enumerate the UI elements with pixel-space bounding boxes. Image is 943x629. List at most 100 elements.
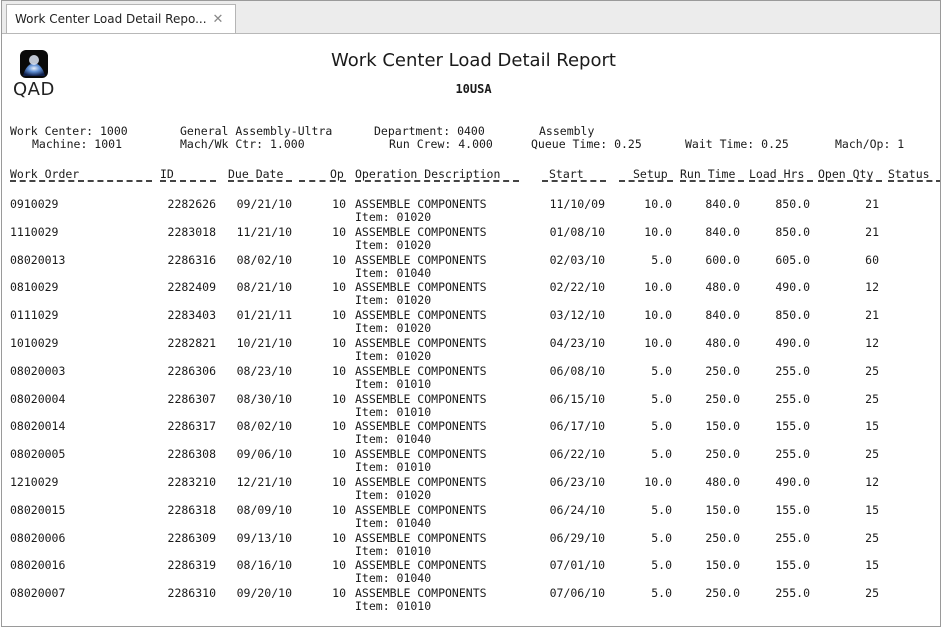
table-row: 1010029 2282821 10/21/10 10 ASSEMBLE COMPONE… — [2, 337, 940, 363]
work-order-cell: 1210029 — [10, 475, 59, 489]
setup-cell: 5.0 — [651, 586, 672, 601]
item-cell: Item: 01040 — [355, 571, 432, 586]
item-cell: Item: 01010 — [355, 404, 432, 419]
load-hrs-cell: 155.0 — [775, 558, 810, 573]
op-cell: 10 — [332, 197, 346, 211]
id-cell: 2286308 — [167, 447, 216, 462]
run-time-cell: 250.0 — [705, 391, 740, 406]
start-cell: 11/10/09 — [549, 197, 605, 211]
op-cell: 10 — [332, 363, 346, 378]
op-cell: 10 — [332, 586, 346, 601]
table-row: 1110029 2283018 11/21/10 10 ASSEMBLE COMPONE… — [2, 224, 940, 252]
report-subtitle: 10USA — [455, 82, 492, 96]
start-cell: 06/17/10 — [549, 419, 605, 434]
item-cell: Item: 01020 — [355, 237, 432, 252]
id-cell: 2286307 — [167, 391, 216, 406]
due-date-cell: 09/13/10 — [236, 530, 292, 545]
setup-cell: 5.0 — [651, 252, 672, 267]
run-time-cell: 150.0 — [705, 558, 740, 573]
setup-cell: 10.0 — [644, 336, 672, 350]
open-qty-cell: 25 — [865, 391, 879, 406]
table-row: 1210029 2283210 12/21/10 10 ASSEMBLE COMPONE… — [2, 476, 940, 502]
start-cell: 06/24/10 — [549, 502, 605, 517]
setup-cell: 5.0 — [651, 447, 672, 462]
work-order-cell: 08020013 — [10, 252, 66, 267]
report-title: Work Center Load Detail Report — [331, 50, 616, 71]
run-time-cell: 150.0 — [705, 502, 740, 517]
id-cell: 2286318 — [167, 502, 216, 517]
due-date-cell: 09/20/10 — [236, 586, 292, 601]
due-date-cell: 08/21/10 — [236, 280, 292, 295]
start-cell: 02/03/10 — [549, 252, 605, 267]
header-rule — [542, 180, 606, 182]
operation-description-cell: ASSEMBLE COMPONENTS — [355, 363, 487, 378]
operation-description-cell: ASSEMBLE COMPONENTS — [355, 224, 487, 239]
report-content: QAD Work Center Load Detail Report 10USA… — [2, 34, 940, 628]
work-order-cell: 08020007 — [10, 586, 66, 601]
open-qty-cell: 15 — [865, 558, 879, 573]
run-time-cell: 150.0 — [705, 419, 740, 434]
op-cell: 10 — [332, 419, 346, 434]
open-qty-cell: 25 — [865, 530, 879, 545]
load-hrs-cell: 255.0 — [775, 391, 810, 406]
id-cell: 2282409 — [167, 280, 216, 295]
report-window: Work Center Load Detail Repo... ✕ QAD Wo… — [1, 0, 941, 627]
run-time-cell: 480.0 — [705, 475, 740, 489]
table-row: 0910029 2282626 09/21/10 10 ASSEMBLE COMPONE… — [2, 198, 940, 224]
item-cell: Item: 01040 — [355, 265, 432, 280]
id-cell: 2283403 — [167, 308, 216, 323]
run-time-cell: 840.0 — [705, 197, 740, 211]
queue-time-label: Queue Time: 0.25 — [531, 137, 642, 151]
close-icon[interactable]: ✕ — [213, 12, 224, 27]
id-cell: 2286316 — [167, 252, 216, 267]
operation-description-cell: ASSEMBLE COMPONENTS — [355, 502, 487, 517]
table-row: 08020004 2286307 08/30/10 10 ASSEMBLE COMPON… — [2, 391, 940, 419]
setup-cell: 5.0 — [651, 530, 672, 545]
load-hrs-cell: 155.0 — [775, 502, 810, 517]
id-cell: 2286306 — [167, 363, 216, 378]
op-cell: 10 — [332, 252, 346, 267]
work-order-cell: 08020005 — [10, 447, 66, 462]
table-row: 08020007 2286310 09/20/10 10 ASSEMBLE COMPON… — [2, 587, 940, 613]
due-date-cell: 11/21/10 — [236, 224, 292, 239]
open-qty-cell: 25 — [865, 363, 879, 378]
setup-cell: 5.0 — [651, 502, 672, 517]
start-cell: 01/08/10 — [549, 224, 605, 239]
load-hrs-cell: 850.0 — [775, 308, 810, 323]
operation-description-cell: ASSEMBLE COMPONENTS — [355, 530, 487, 545]
op-cell: 10 — [332, 280, 346, 295]
load-hrs-cell: 605.0 — [775, 252, 810, 267]
open-qty-cell: 12 — [865, 336, 879, 350]
work-order-cell: 08020014 — [10, 419, 66, 434]
setup-cell: 5.0 — [651, 558, 672, 573]
open-qty-cell: 21 — [865, 308, 879, 323]
header-rule — [888, 180, 940, 182]
work-order-cell: 0111029 — [10, 308, 59, 323]
work-order-cell: 1110029 — [10, 224, 59, 239]
run-time-cell: 840.0 — [705, 224, 740, 239]
setup-cell: 5.0 — [651, 391, 672, 406]
start-cell: 07/06/10 — [549, 586, 605, 601]
setup-cell: 10.0 — [644, 475, 672, 489]
item-cell: Item: 01040 — [355, 432, 432, 447]
item-cell: Item: 01020 — [355, 293, 432, 308]
id-cell: 2283210 — [167, 475, 216, 489]
run-time-cell: 250.0 — [705, 447, 740, 462]
setup-cell: 10.0 — [644, 280, 672, 295]
op-cell: 10 — [332, 447, 346, 462]
start-cell: 04/23/10 — [549, 336, 605, 350]
tab-report[interactable]: Work Center Load Detail Repo... ✕ — [6, 4, 236, 33]
id-cell: 2286309 — [167, 530, 216, 545]
wait-time-label: Wait Time: 0.25 — [685, 137, 789, 151]
run-time-cell: 600.0 — [705, 252, 740, 267]
op-cell: 10 — [332, 224, 346, 239]
header-rule — [680, 180, 744, 182]
op-cell: 10 — [332, 391, 346, 406]
setup-cell: 10.0 — [644, 224, 672, 239]
mach-wk-ctr-label: Mach/Wk Ctr: 1.000 — [180, 137, 305, 151]
open-qty-cell: 12 — [865, 280, 879, 295]
table-row: 0810029 2282409 08/21/10 10 ASSEMBLE COMPONE… — [2, 281, 940, 307]
start-cell: 03/12/10 — [549, 308, 605, 323]
table-row: 08020015 2286318 08/09/10 10 ASSEMBLE COMPON… — [2, 502, 940, 530]
mach-op-label: Mach/Op: 1 — [835, 137, 905, 151]
